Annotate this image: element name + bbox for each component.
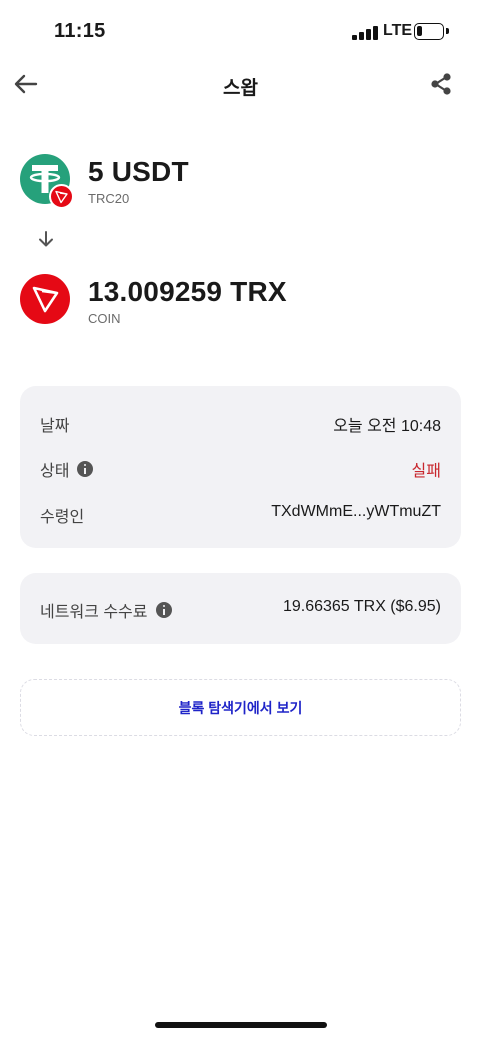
fee-label-group: 네트워크 수수료 (40, 598, 172, 622)
tron-badge-icon (49, 184, 74, 209)
battery-fill (417, 26, 422, 36)
arrow-down-icon (39, 231, 53, 247)
status-row: 상태 실패 (40, 455, 441, 481)
battery-icon (414, 23, 444, 40)
fee-row: 네트워크 수수료 19.66365 TRX ($6.95) (40, 596, 441, 622)
nav-bar: 스왑 (0, 64, 481, 108)
signal-icon (352, 25, 378, 40)
view-in-explorer-button[interactable]: 블록 탐색기에서 보기 (20, 679, 461, 736)
from-asset-row: 5 USDT TRC20 (20, 154, 460, 214)
view-in-explorer-label: 블록 탐색기에서 보기 (178, 699, 303, 716)
battery-tip (446, 28, 449, 34)
info-icon[interactable] (155, 602, 172, 618)
network-type: LTE (383, 22, 413, 39)
fee-value: 19.66365 TRX ($6.95) (282, 598, 441, 615)
date-row: 날짜 오늘 오전 10:48 (40, 410, 441, 435)
to-asset-row: 13.009259 TRX COIN (20, 274, 460, 334)
to-amount: 13.009259 TRX (88, 276, 287, 307)
status-time: 11:15 (54, 20, 106, 42)
home-indicator[interactable] (155, 1022, 327, 1028)
fee-card: 네트워크 수수료 19.66365 TRX ($6.95) (20, 573, 461, 644)
date-label: 날짜 (40, 418, 70, 435)
from-amount: 5 USDT (88, 156, 189, 187)
status-bar: 11:15 LTE (0, 0, 481, 64)
recipient-address[interactable]: TXdWMmE...yWTmuZT (271, 503, 441, 521)
share-icon (431, 73, 451, 95)
share-button[interactable] (425, 68, 457, 100)
to-network: COIN (88, 311, 121, 326)
recipient-label: 수령인 (40, 509, 85, 526)
from-network: TRC20 (88, 191, 130, 206)
page-title: 스왑 (223, 78, 258, 99)
info-icon[interactable] (77, 461, 94, 477)
tron-icon (20, 274, 70, 324)
status-label: 상태 (40, 463, 70, 480)
fee-label: 네트워크 수수료 (40, 604, 148, 621)
status-label-group: 상태 (40, 457, 94, 481)
details-card: 날짜 오늘 오전 10:48 상태 실패 수령인 TXdWMmE...yWTmu… (20, 386, 461, 548)
status-value: 실패 (411, 463, 441, 480)
date-value: 오늘 오전 10:48 (333, 418, 441, 435)
recipient-row: 수령인 TXdWMmE...yWTmuZT (40, 501, 441, 526)
